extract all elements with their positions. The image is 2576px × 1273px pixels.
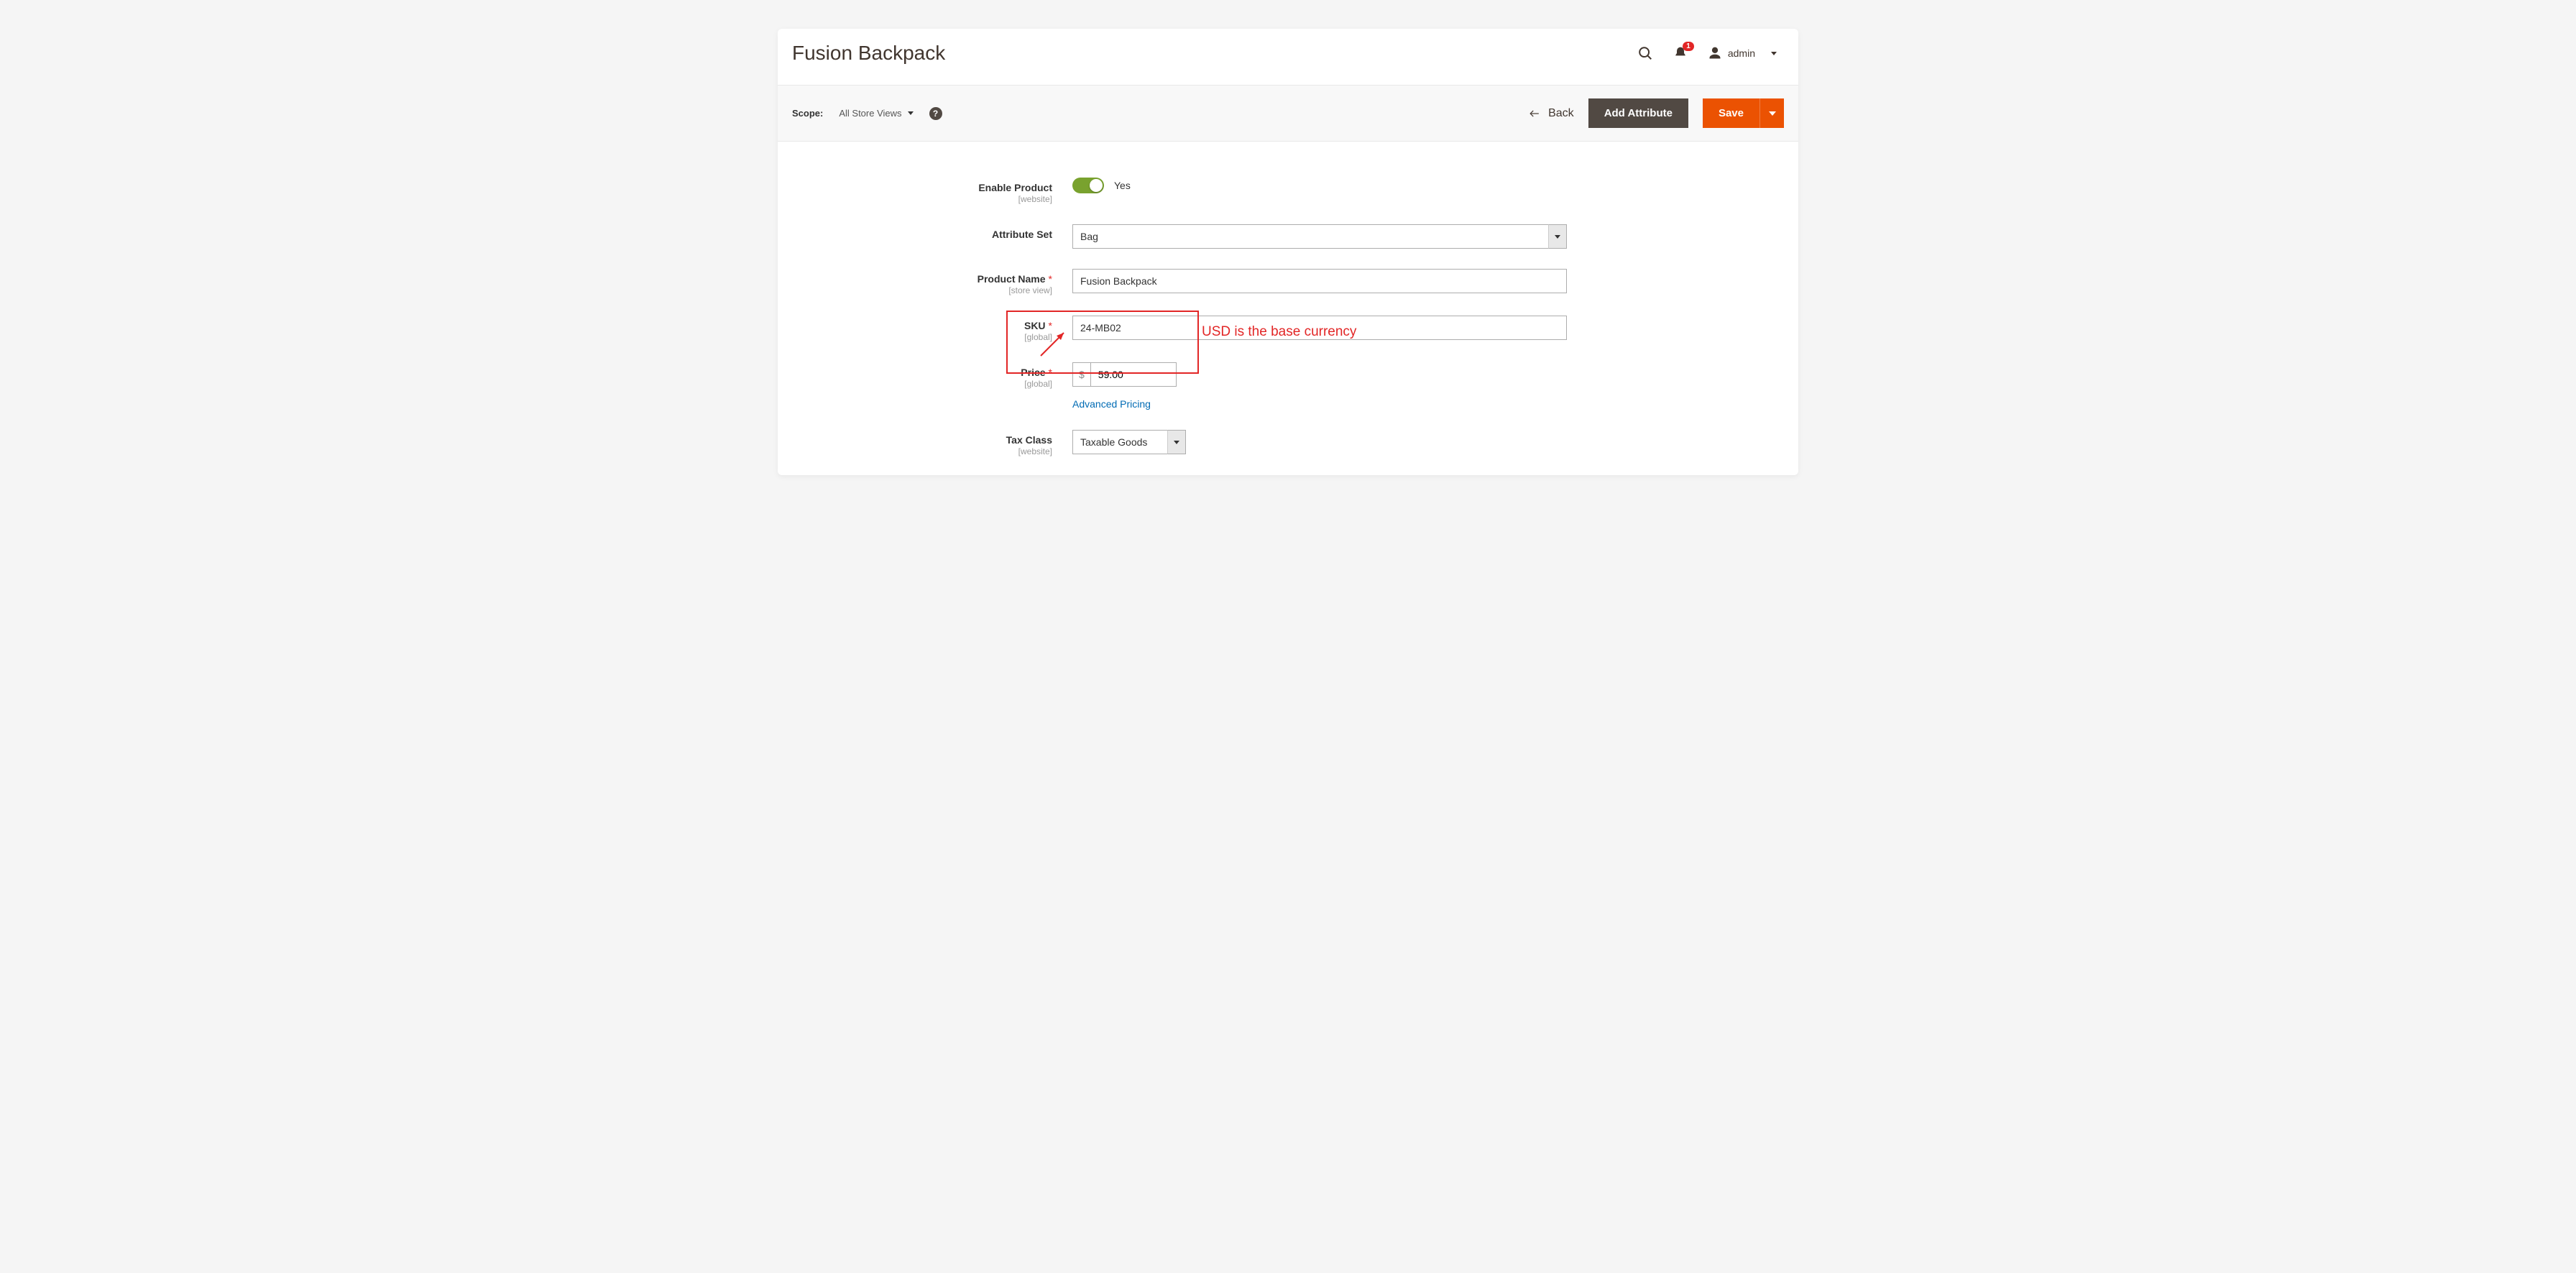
attribute-set-value[interactable]	[1072, 224, 1567, 249]
field-attribute-set: Attribute Set	[806, 224, 1770, 249]
tax-class-label: Tax Class	[806, 434, 1052, 446]
scope-selector[interactable]: All Store Views	[839, 108, 913, 119]
product-name-label: Product Name	[978, 273, 1046, 285]
arrow-left-icon	[1528, 109, 1541, 119]
price-label: Price	[1021, 367, 1045, 378]
product-form: Enable Product [website] Yes Attribute S…	[778, 142, 1798, 475]
help-icon[interactable]: ?	[929, 107, 942, 120]
tax-class-value[interactable]	[1072, 430, 1186, 454]
sku-scope: [global]	[806, 332, 1052, 342]
enable-product-value: Yes	[1114, 180, 1131, 191]
required-marker: *	[1049, 273, 1052, 285]
price-input[interactable]	[1090, 362, 1177, 387]
required-marker: *	[1049, 320, 1052, 331]
price-scope: [global]	[806, 379, 1052, 389]
save-dropdown-toggle[interactable]	[1760, 98, 1784, 128]
tax-class-scope: [website]	[806, 446, 1052, 456]
page-header: Fusion Backpack 1 admin	[778, 29, 1798, 85]
user-menu[interactable]: admin	[1708, 46, 1777, 60]
product-edit-panel: Fusion Backpack 1 admin Scope: All Store…	[778, 29, 1798, 475]
field-sku: SKU* [global]	[806, 316, 1770, 342]
required-marker: *	[1049, 367, 1052, 378]
save-button[interactable]: Save	[1703, 98, 1760, 128]
sku-input[interactable]	[1072, 316, 1567, 340]
toolbar-left: Scope: All Store Views ?	[792, 107, 942, 120]
product-name-scope: [store view]	[806, 285, 1052, 295]
attribute-set-select[interactable]	[1072, 224, 1567, 249]
add-attribute-button[interactable]: Add Attribute	[1588, 98, 1688, 128]
toolbar: Scope: All Store Views ? Back Add Attrib…	[778, 85, 1798, 142]
chevron-down-icon	[908, 111, 914, 115]
save-button-group: Save	[1703, 98, 1784, 128]
notification-badge: 1	[1683, 42, 1694, 51]
attribute-set-label: Attribute Set	[806, 229, 1052, 240]
scope-value: All Store Views	[839, 108, 901, 119]
user-icon	[1708, 46, 1722, 60]
enable-product-label: Enable Product	[806, 182, 1052, 193]
search-icon[interactable]	[1637, 45, 1653, 61]
enable-product-toggle[interactable]	[1072, 178, 1104, 193]
field-price: Price * [global] $ Advanced Pricing	[806, 362, 1770, 410]
field-product-name: Product Name* [store view]	[806, 269, 1770, 295]
back-label: Back	[1548, 107, 1574, 120]
toolbar-right: Back Add Attribute Save	[1528, 98, 1784, 128]
scope-label: Scope:	[792, 108, 823, 119]
advanced-pricing-link[interactable]: Advanced Pricing	[1072, 398, 1151, 410]
user-name: admin	[1728, 47, 1755, 59]
enable-product-scope: [website]	[806, 194, 1052, 204]
chevron-down-icon	[1771, 52, 1777, 55]
tax-class-select[interactable]	[1072, 430, 1186, 454]
back-button[interactable]: Back	[1528, 107, 1574, 120]
chevron-down-icon	[1769, 111, 1776, 116]
sku-label: SKU	[1024, 320, 1046, 331]
header-actions: 1 admin	[1637, 45, 1777, 61]
product-name-input[interactable]	[1072, 269, 1567, 293]
notifications-icon[interactable]: 1	[1673, 46, 1688, 60]
field-tax-class: Tax Class [website]	[806, 430, 1770, 456]
field-enable-product: Enable Product [website] Yes	[806, 178, 1770, 204]
toggle-knob	[1090, 179, 1103, 192]
page-title: Fusion Backpack	[792, 42, 945, 65]
currency-symbol: $	[1072, 362, 1090, 387]
